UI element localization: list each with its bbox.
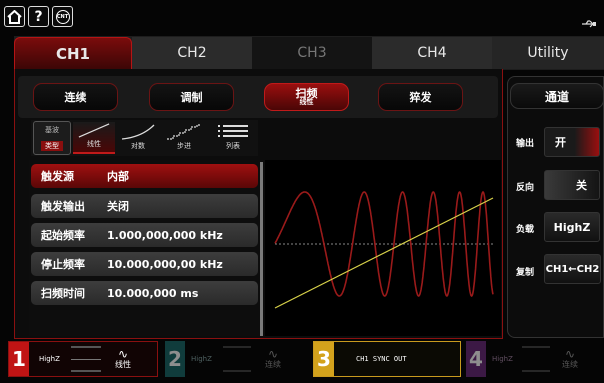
channel-4-status[interactable]: 4 HighZ ∿ 连续: [466, 341, 604, 377]
load-button[interactable]: HighZ: [544, 212, 600, 242]
output-value: 开: [555, 136, 566, 149]
param-label: 触发源: [41, 170, 74, 183]
channel-mode: ∿ 连续: [562, 347, 578, 370]
channel-load: HighZ: [191, 355, 212, 363]
mode-text: 线性: [115, 360, 131, 370]
mode-label: 调制: [180, 91, 203, 104]
param-value: 10.000,000,00 kHz: [107, 257, 223, 271]
tab-utility[interactable]: Utility: [492, 37, 604, 69]
param-label: 触发输出: [41, 200, 85, 213]
step-icon: [167, 124, 201, 140]
channel-load: HighZ: [492, 355, 513, 363]
param-label: 扫频时间: [41, 287, 85, 300]
waveform-display: [265, 160, 501, 336]
mode-text: 连续: [562, 360, 578, 370]
home-icon: [7, 9, 22, 24]
channel-mode: ∿ 线性: [115, 347, 131, 370]
sync-out-text: CH1 SYNC OUT: [356, 355, 407, 363]
sweep-list-tab[interactable]: 列表: [210, 122, 256, 154]
channel-2-status[interactable]: 2 HighZ ∿ 连续: [165, 341, 308, 377]
log-curve-icon: [121, 124, 155, 140]
tab-ch3[interactable]: CH3: [252, 37, 372, 69]
sweep-linear-tab[interactable]: 线性: [73, 122, 115, 154]
mode-sweep-button[interactable]: 扫频 线性: [264, 83, 349, 111]
invert-value: 关: [576, 179, 587, 192]
channel-1-status[interactable]: 1 HighZ ∿ 线性: [8, 341, 158, 377]
param-value: 关闭: [107, 200, 129, 213]
basic-label: 基波: [45, 126, 59, 134]
mode-label: 连续: [64, 91, 87, 104]
channel-load: HighZ: [39, 355, 60, 363]
param-sweep-time[interactable]: 扫频时间 10.000,000 ms: [31, 281, 258, 305]
subtab-label: 线性: [87, 140, 101, 148]
channel-title: 通道: [510, 83, 604, 109]
param-value: 内部: [107, 170, 129, 183]
frequency-ramp-line: [274, 197, 494, 309]
param-value: 10.000,000 ms: [107, 286, 199, 300]
screen: ? CNT CH1 CH2 CH3 CH4 Utility 连续 调制 扫频 线性…: [0, 0, 604, 383]
param-scrollbar[interactable]: [260, 162, 263, 336]
subtab-label: 步进: [177, 142, 191, 150]
mode-continuous-button[interactable]: 连续: [33, 83, 118, 111]
invert-label: 反向: [516, 183, 535, 193]
tab-ch1[interactable]: CH1: [14, 37, 132, 69]
mode-modulate-button[interactable]: 调制: [149, 83, 234, 111]
subtab-label: 列表: [226, 142, 240, 150]
amplitude-icon: [522, 346, 550, 372]
mode-text: 连续: [265, 360, 281, 370]
amplitude-icon: [71, 346, 101, 372]
subtab-label: 对数: [131, 142, 145, 150]
amplitude-icon: [223, 346, 251, 372]
type-label: 类型: [41, 141, 63, 151]
output-toggle[interactable]: 开: [544, 127, 600, 157]
counter-icon: CNT: [55, 9, 70, 24]
param-label: 起始频率: [41, 229, 85, 242]
load-value: HighZ: [553, 220, 591, 234]
sweep-waveform: [274, 191, 494, 309]
sweep-step-tab[interactable]: 步进: [161, 122, 207, 154]
param-value: 1.000,000,000 kHz: [107, 228, 223, 242]
param-trigger-source[interactable]: 触发源 内部: [31, 164, 258, 188]
mode-burst-button[interactable]: 猝发: [378, 83, 463, 111]
linear-curve-icon: [78, 123, 110, 138]
counter-button[interactable]: CNT: [52, 6, 73, 27]
mode-label: 猝发: [409, 91, 432, 104]
param-label: 停止频率: [41, 258, 85, 271]
sweep-log-tab[interactable]: 对数: [117, 122, 159, 154]
usb-icon: [581, 14, 597, 28]
tab-ch4[interactable]: CH4: [372, 37, 492, 69]
copy-label: 复制: [516, 268, 535, 278]
channel-number: 3: [314, 342, 334, 376]
param-stop-frequency[interactable]: 停止频率 10.000,000,00 kHz: [31, 252, 258, 276]
right-panel: [507, 76, 604, 338]
channel-number: 2: [165, 341, 185, 377]
load-label: 负载: [516, 225, 535, 235]
channel-mode: ∿ 连续: [265, 347, 281, 370]
channel-3-status[interactable]: 3 CH1 SYNC OUT: [313, 341, 461, 377]
sweep-type-selector[interactable]: 基波 类型: [33, 121, 71, 155]
copy-button[interactable]: CH1←CH2: [544, 254, 601, 284]
help-button[interactable]: ?: [28, 6, 49, 27]
list-icon: [218, 125, 248, 137]
channel-number: 1: [9, 342, 29, 376]
param-trigger-output[interactable]: 触发输出 关闭: [31, 194, 258, 218]
tab-ch2[interactable]: CH2: [132, 37, 252, 69]
invert-toggle[interactable]: 关: [544, 170, 600, 200]
channel-number: 4: [466, 341, 486, 377]
copy-value: CH1←CH2: [545, 263, 600, 275]
mode-sublabel: 线性: [299, 98, 314, 107]
param-start-frequency[interactable]: 起始频率 1.000,000,000 kHz: [31, 223, 258, 247]
home-button[interactable]: [4, 6, 25, 27]
output-label: 输出: [516, 139, 535, 149]
